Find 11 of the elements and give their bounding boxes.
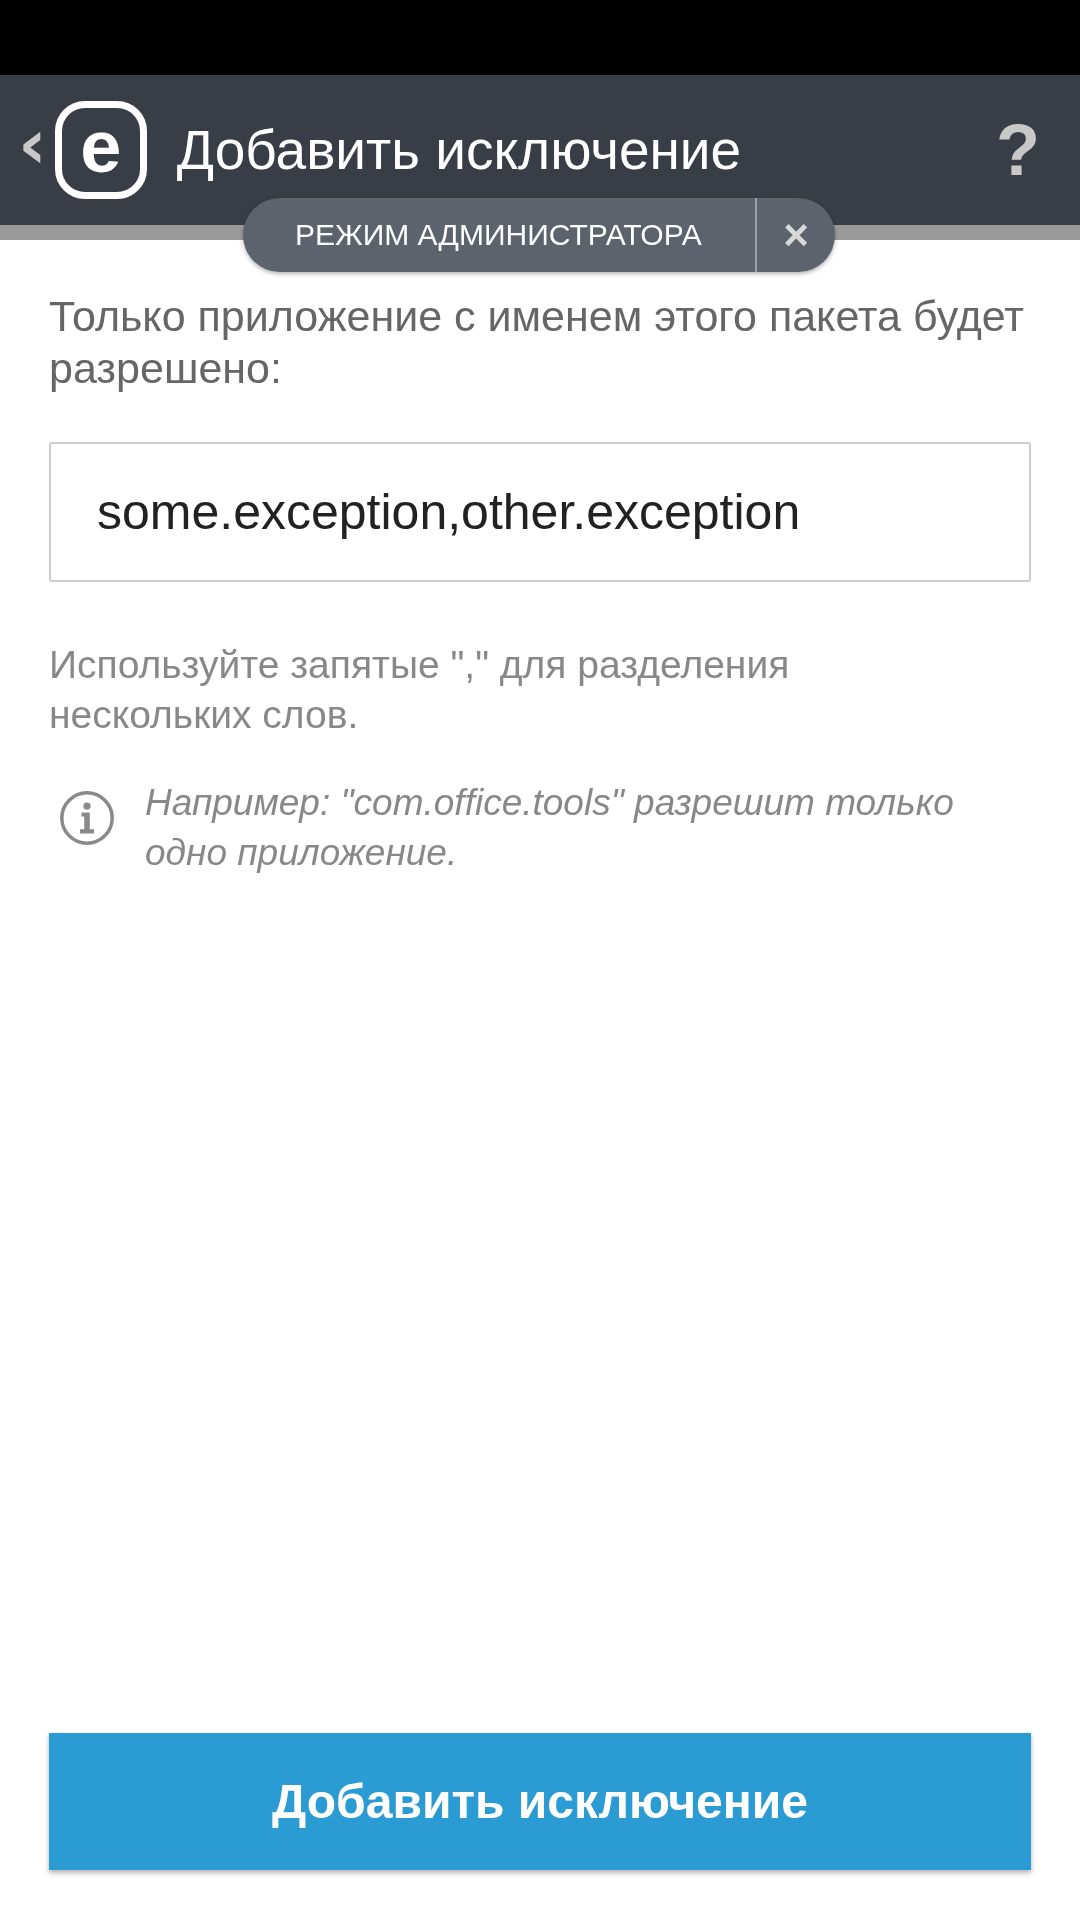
back-button[interactable]: ‹ [18,109,47,179]
close-button[interactable]: × [755,198,835,272]
hint-text: Используйте запятые "," для разделения нескольких слов. [49,642,791,738]
package-name-field[interactable]: some.exception,other.exception [49,442,1031,582]
help-button[interactable]: ? [996,109,1040,191]
admin-mode-label: РЕЖИМ АДМИНИСТРАТОРА [294,218,703,252]
example-text: Например: "com.office.tools" разрешит только одно приложение. [145,781,955,875]
screen-title: Добавить исключение [176,118,743,182]
app-logo: e [54,101,147,199]
info-icon [59,790,115,846]
description-text: Только приложение с именем этого пакета будет разрешено: [49,291,1025,394]
